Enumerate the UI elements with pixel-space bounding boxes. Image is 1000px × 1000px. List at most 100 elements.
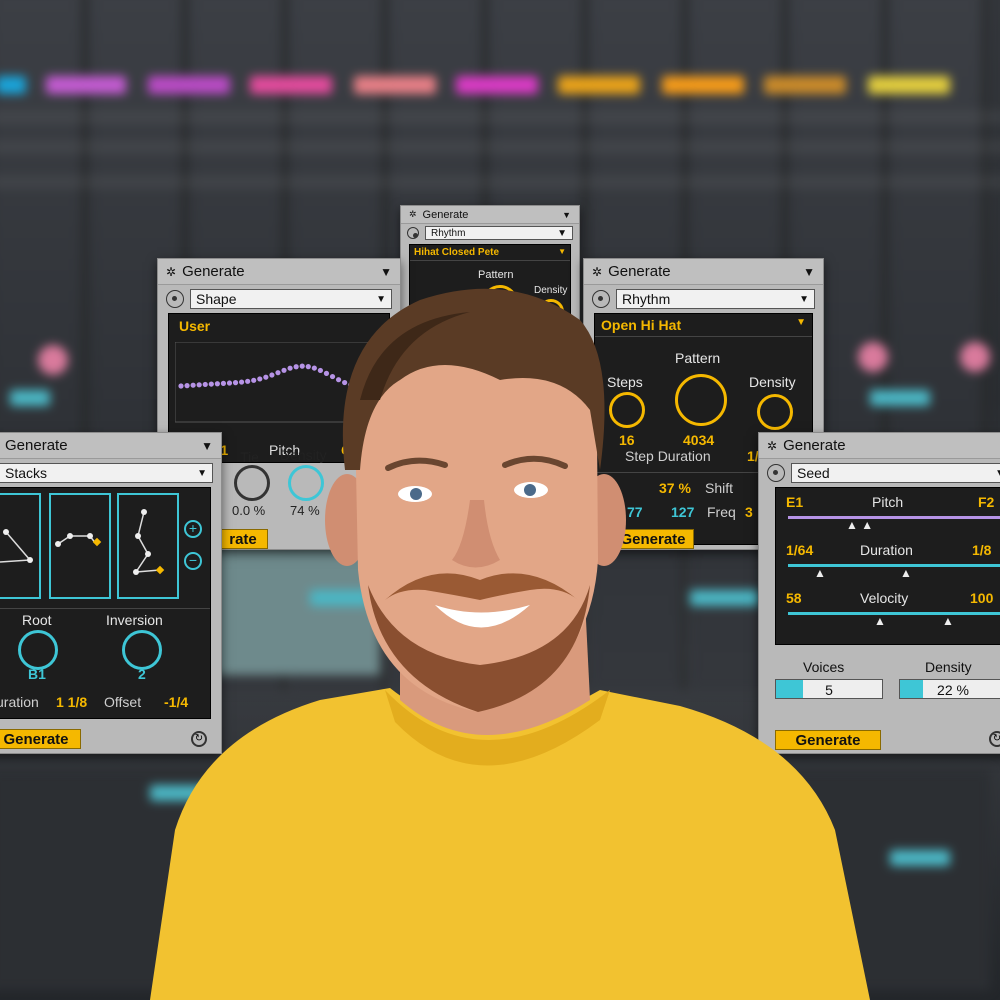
device-header[interactable]: ✲ Generate ▼ xyxy=(584,259,823,285)
device-title: Generate xyxy=(5,437,68,454)
duration-range-handle-high[interactable]: ▲ xyxy=(900,566,912,580)
shape-curve-point xyxy=(311,365,317,371)
device-title: Generate xyxy=(783,437,846,454)
voices-slider[interactable]: 5 xyxy=(775,679,883,699)
tie-knob[interactable] xyxy=(234,465,270,501)
duration-high-value[interactable]: 1/8 xyxy=(972,542,991,558)
density-knob[interactable] xyxy=(288,465,324,501)
shape-curve-point xyxy=(378,389,384,395)
power-icon[interactable] xyxy=(767,464,785,482)
power-icon[interactable]: ✲ xyxy=(767,439,777,453)
tie-label: Tie xyxy=(240,449,259,465)
chord-shapes[interactable] xyxy=(0,492,210,604)
shape-curve-point xyxy=(354,384,360,390)
power-icon[interactable] xyxy=(592,290,610,308)
pitch-high-value[interactable]: C xyxy=(341,442,351,458)
density-slider[interactable]: 22 % xyxy=(899,679,1000,699)
preset-name[interactable]: User xyxy=(169,314,389,338)
device-header[interactable]: Generate ▼ xyxy=(0,433,221,459)
duration-low-value[interactable]: 1/64 xyxy=(786,542,813,558)
shift-label: Shift xyxy=(705,480,734,496)
generate-button[interactable]: Generate xyxy=(775,730,881,750)
device-header[interactable]: ✲ Generate ▼ xyxy=(401,206,579,224)
mode-dropdown-value: Shape xyxy=(196,291,237,307)
duration-range-handle-low[interactable]: ▲ xyxy=(814,566,826,580)
velocity-range-handle-low[interactable]: ▲ xyxy=(874,614,886,628)
refresh-icon[interactable]: ↻ xyxy=(191,731,207,747)
density-knob[interactable] xyxy=(757,394,793,430)
preset-name[interactable]: Hihat Closed Pete xyxy=(414,247,499,258)
velocity-high-value[interactable]: 127 xyxy=(671,504,694,520)
duration-value[interactable]: 1 1/8 xyxy=(56,694,87,710)
step-duration-label: Step Duration xyxy=(625,448,711,464)
power-icon[interactable]: ✲ xyxy=(166,265,176,279)
velocity-high-value[interactable]: 100 xyxy=(970,590,993,606)
pattern-value[interactable]: 4034 xyxy=(683,432,714,448)
density-label: Density xyxy=(534,285,568,296)
power-icon[interactable] xyxy=(166,290,184,308)
generate-button[interactable]: Generate xyxy=(0,729,81,749)
shape-curve-point xyxy=(299,363,305,369)
shape-curve-point xyxy=(202,381,208,388)
density-label: Density xyxy=(749,374,796,390)
mode-dropdown[interactable]: Stacks ▼ xyxy=(0,463,213,483)
shape-curve-point xyxy=(275,370,281,376)
shape-curve[interactable] xyxy=(175,342,397,424)
dropdown-arrow-icon: ▼ xyxy=(995,468,1000,479)
mode-dropdown[interactable]: Seed ▼ xyxy=(791,463,1000,483)
pattern-knob[interactable] xyxy=(482,285,518,321)
power-icon[interactable] xyxy=(407,227,419,239)
velocity-range-handle-high[interactable]: ▲ xyxy=(942,614,954,628)
add-icon[interactable]: + xyxy=(184,520,202,538)
shape-curve-point xyxy=(281,367,287,373)
tie-value[interactable]: 0.0 % xyxy=(232,503,265,518)
dropdown-arrow-icon: ▼ xyxy=(376,293,386,305)
mode-dropdown[interactable]: Rhythm ▼ xyxy=(616,289,815,309)
power-icon[interactable]: ✲ xyxy=(592,265,602,279)
pitch-range-handles[interactable]: ▲ ▲ xyxy=(846,518,873,532)
velocity-low-value[interactable]: 77 xyxy=(627,504,643,520)
inversion-value[interactable]: 2 xyxy=(138,666,146,682)
pattern-label: Pattern xyxy=(478,269,514,281)
fold-triangle-icon[interactable]: ▼ xyxy=(380,265,392,279)
pitch-range-slider[interactable] xyxy=(788,516,1000,519)
generate-button[interactable]: Generate xyxy=(612,529,694,549)
generate-device-stacks: Generate ▼ Stacks ▼ + − Root Inversion B xyxy=(0,432,222,754)
steps-knob[interactable] xyxy=(609,392,645,428)
generate-button-label: Generate xyxy=(795,731,861,749)
preset-name[interactable]: Open Hi Hat xyxy=(601,317,681,333)
shape-curve-point xyxy=(208,381,214,387)
generate-button[interactable]: rate xyxy=(218,529,268,549)
shape-curve-point xyxy=(305,364,311,370)
fold-triangle-icon[interactable]: ▼ xyxy=(562,210,571,220)
mode-dropdown-value: Seed xyxy=(797,465,830,481)
dropdown-arrow-icon: ▼ xyxy=(799,293,809,305)
remove-icon[interactable]: − xyxy=(184,552,202,570)
pitch-high-value[interactable]: F2 xyxy=(978,494,994,510)
device-header[interactable]: ✲ Generate ▼ xyxy=(158,259,400,285)
refresh-icon[interactable]: ↻ xyxy=(989,731,1000,747)
velocity-low-value[interactable]: 58 xyxy=(786,590,802,606)
mode-dropdown[interactable]: Rhythm ▼ xyxy=(425,226,573,240)
device-header[interactable]: ✲ Generate ▼ xyxy=(759,433,1000,459)
pattern-knob[interactable] xyxy=(675,374,727,426)
dropdown-arrow-icon: ▼ xyxy=(557,227,567,239)
mode-dropdown[interactable]: Shape ▼ xyxy=(190,289,392,309)
steps-value[interactable]: 16 xyxy=(619,432,635,448)
velocity-range-slider[interactable] xyxy=(788,612,1000,615)
shape-curve-point xyxy=(178,383,184,389)
root-knob[interactable] xyxy=(18,630,58,670)
pitch-low-value[interactable]: E1 xyxy=(786,494,803,510)
offset-value[interactable]: -1/4 xyxy=(164,694,188,710)
freq-value[interactable]: 3 xyxy=(745,504,753,520)
density-value[interactable]: 74 % xyxy=(290,503,320,518)
power-icon[interactable]: ✲ xyxy=(409,209,417,220)
generate-device-rhythm-small: ✲ Generate ▼ Rhythm ▼ Hihat Closed Pete … xyxy=(400,205,580,355)
inversion-knob[interactable] xyxy=(122,630,162,670)
fold-triangle-icon[interactable]: ▼ xyxy=(803,265,815,279)
root-value[interactable]: B1 xyxy=(28,666,46,682)
density-knob[interactable] xyxy=(538,299,564,325)
split-value[interactable]: 37 % xyxy=(659,480,691,496)
generate-button-label: Generate xyxy=(620,530,686,548)
fold-triangle-icon[interactable]: ▼ xyxy=(201,439,213,453)
